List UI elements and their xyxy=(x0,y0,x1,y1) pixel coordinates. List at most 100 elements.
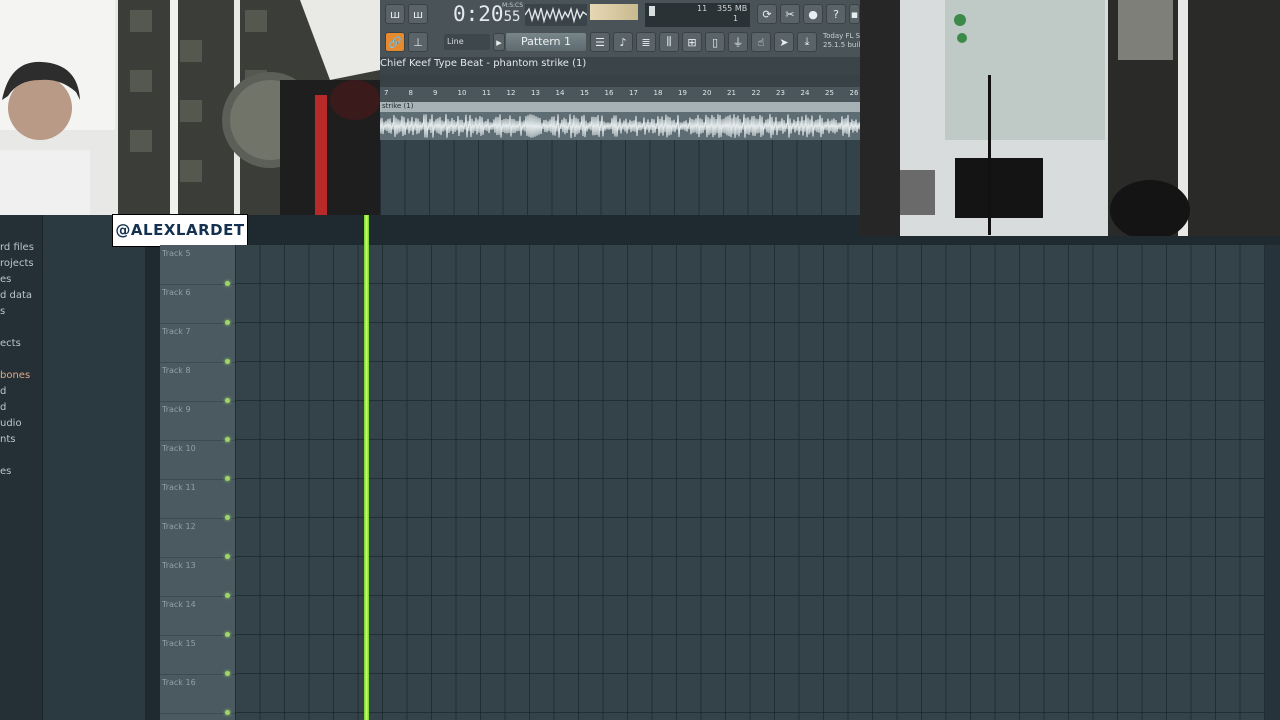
webcam-right xyxy=(860,0,1280,236)
track-label: Track 12 xyxy=(162,522,196,531)
audio-clip-name: strike (1) xyxy=(382,102,414,110)
stamp-icon: ⊥ xyxy=(413,35,423,49)
cut-button[interactable]: ✂ xyxy=(780,4,800,24)
ruler-tick: 15 xyxy=(580,89,589,97)
fish-icon: ➤ xyxy=(779,35,789,49)
help-button[interactable]: ? xyxy=(826,4,846,24)
track-header[interactable]: Track 15 xyxy=(160,635,235,676)
ruler-tick: 8 xyxy=(408,89,413,97)
ruler-tick: 16 xyxy=(604,89,614,97)
browser-item[interactable]: es xyxy=(0,274,11,285)
news-panel[interactable]: Today FL S 25.1.5 buil xyxy=(823,32,860,50)
magnet-button[interactable]: ⊥ xyxy=(408,32,428,52)
wave-button[interactable]: ш xyxy=(408,4,428,24)
track-label: Track 16 xyxy=(162,678,196,687)
browser-item[interactable]: d data xyxy=(0,290,32,301)
playlist-icon: ☰ xyxy=(595,35,605,49)
track-header[interactable]: Track 6 xyxy=(160,284,235,325)
playlist-title-bar[interactable]: Chief Keef Type Beat - phantom strike (1… xyxy=(380,57,860,74)
playlist-vertical-scrollbar[interactable] xyxy=(1265,245,1280,720)
ruler-tick: 10 xyxy=(457,89,467,97)
track-header[interactable]: Track 14 xyxy=(160,596,235,637)
track-label: Track 7 xyxy=(162,327,191,336)
ruler-tick: 24 xyxy=(800,89,810,97)
track-header[interactable]: Track 10 xyxy=(160,440,235,481)
browser-item[interactable]: d xyxy=(0,386,6,397)
track-header[interactable]: Track 7 xyxy=(160,323,235,364)
track-header[interactable]: Track 12 xyxy=(160,518,235,559)
ruler-tick: 13 xyxy=(531,89,540,97)
browser-item[interactable]: s xyxy=(0,306,5,317)
audio-clip[interactable]: strike (1) xyxy=(380,102,860,140)
refresh-icon: ⟳ xyxy=(762,7,772,21)
mic-icon: ● xyxy=(808,7,818,21)
link-button[interactable]: 🔗 xyxy=(385,32,405,52)
browser-item[interactable]: nts xyxy=(0,434,15,445)
news-line-2: 25.1.5 buil xyxy=(823,41,861,49)
track-header[interactable]: Track 8 xyxy=(160,362,235,403)
timeline-ruler[interactable]: 7 8 9 10 11 12 13 14 15 16 17 18 19 20 21 22 23 24 25 26 xyxy=(380,87,860,102)
browser-item[interactable]: ects xyxy=(0,338,21,349)
ruler-tick: 23 xyxy=(776,89,785,97)
ruler-tick: 22 xyxy=(751,89,761,97)
undo-history-button[interactable]: ⟳ xyxy=(757,4,777,24)
browser-item[interactable]: rd files xyxy=(0,242,34,253)
track-header[interactable]: Track 11 xyxy=(160,479,235,520)
hint-button[interactable]: ш xyxy=(385,4,405,24)
play-small-icon: ▸ xyxy=(496,35,502,49)
browser-item[interactable]: udio xyxy=(0,418,22,429)
track-header[interactable]: Track 5 xyxy=(160,245,235,286)
ruler-tick: 18 xyxy=(653,89,663,97)
oscilloscope xyxy=(524,4,588,26)
ruler-tick: 19 xyxy=(678,89,687,97)
track-header[interactable]: Track 13 xyxy=(160,557,235,598)
link-icon: 🔗 xyxy=(388,35,402,49)
ruler-tick: 20 xyxy=(702,89,712,97)
more-button[interactable]: ▪ xyxy=(849,4,860,24)
playlist-button[interactable]: ☰ xyxy=(590,32,610,52)
pattern-selector[interactable]: Pattern 1 xyxy=(506,33,586,51)
chevron-right-icon: › xyxy=(560,59,564,68)
document-icon: ▯ xyxy=(711,35,719,49)
time-unit-label: M:S:CS xyxy=(502,2,524,9)
ruler-tick: 21 xyxy=(727,89,736,97)
ruler-tick: 12 xyxy=(506,89,516,97)
ruler-tick: 17 xyxy=(629,89,638,97)
cpu-value: 11 xyxy=(697,4,708,13)
playlist-toolbar-strip xyxy=(380,74,860,87)
project-picker-button[interactable]: ⊞ xyxy=(682,32,702,52)
webcam-left xyxy=(0,0,380,215)
ruler-tick: 25 xyxy=(825,89,834,97)
touch-button[interactable]: ☝ xyxy=(751,32,771,52)
smart-button[interactable]: ➤ xyxy=(774,32,794,52)
download-icon: ⤓ xyxy=(804,35,810,48)
overflow-icon: ▪ xyxy=(850,7,859,21)
track-headers: Track 5 Track 6 Track 7 Track 8 Track 9 Track… xyxy=(160,245,236,720)
browser-item[interactable]: es xyxy=(0,466,11,477)
track-active-led[interactable] xyxy=(225,710,230,715)
browser-item[interactable]: rojects xyxy=(0,258,34,269)
browser-item[interactable]: bones xyxy=(0,370,30,381)
pattern-prev-button[interactable]: ▸ xyxy=(493,33,505,51)
track-label: Track 11 xyxy=(162,483,196,492)
ruler-tick: 26 xyxy=(849,89,859,97)
playlist-upper-area[interactable] xyxy=(380,140,860,215)
record-audio-button[interactable]: ● xyxy=(803,4,823,24)
browser-button[interactable]: ▯ xyxy=(705,32,725,52)
browser-panel: rd files rojects es d data s ects bones d d udio n… xyxy=(0,215,145,720)
browser-item[interactable]: d xyxy=(0,402,6,413)
track-header[interactable]: Track 9 xyxy=(160,401,235,442)
master-volume[interactable] xyxy=(590,4,638,20)
plugin-button[interactable]: ⏚ xyxy=(728,32,748,52)
playlist-title: Chief Keef Type Beat - phantom strike (1… xyxy=(380,58,587,69)
snap-selector[interactable]: Line xyxy=(444,34,490,50)
piano-roll-button[interactable]: ♪ xyxy=(613,32,633,52)
track-header[interactable]: Track 16 xyxy=(160,674,235,715)
mixer-button[interactable]: ⫼ xyxy=(659,32,679,52)
tree-icon: ⊞ xyxy=(687,35,697,49)
cpu-panel: 11 355 MB 1 xyxy=(645,3,750,27)
playhead-marker[interactable] xyxy=(364,215,369,720)
download-button[interactable]: ⤓ xyxy=(797,32,817,52)
playlist-grid[interactable] xyxy=(235,245,1265,720)
channel-rack-button[interactable]: ≣ xyxy=(636,32,656,52)
